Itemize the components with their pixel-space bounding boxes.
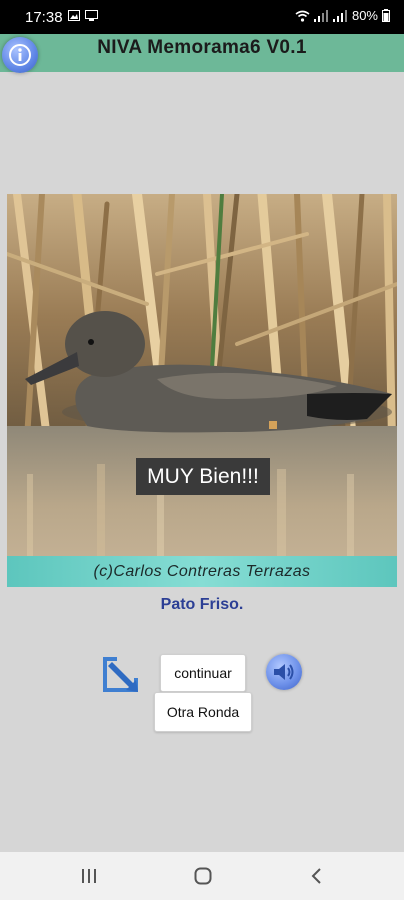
status-time: 17:38 [25,9,63,26]
screen-icon [85,10,98,21]
duck-image [7,194,397,587]
battery-icon [382,9,390,22]
wifi-icon [295,10,310,22]
navigation-bar [0,852,404,900]
sound-button[interactable] [266,654,302,690]
info-icon [9,44,31,66]
speaker-icon [274,664,294,680]
signal-icon-2 [332,9,347,22]
home-icon[interactable] [194,867,212,885]
arrow-reduce-icon [103,657,138,692]
app-title: NIVA Memorama6 V0.1 [97,37,307,58]
back-icon[interactable] [309,867,323,885]
photo-credit: (c)Carlos Contreras Terrazas [7,556,397,587]
status-right: 80% [295,8,390,23]
bird-photo [7,194,397,587]
new-round-button[interactable]: Otra Ronda [154,692,252,732]
image-icon [68,10,80,21]
signal-icon [313,9,328,22]
reduce-button[interactable] [100,654,141,695]
notification-icons [68,10,98,21]
status-bar: 17:38 80% [0,0,404,34]
info-button[interactable] [2,37,38,73]
feedback-message: MUY Bien!!! [136,458,270,495]
recent-apps-icon[interactable] [80,868,98,884]
continue-button[interactable]: continuar [160,654,246,692]
battery-text: 80% [351,8,378,23]
bird-name: Pato Friso. [160,596,244,613]
